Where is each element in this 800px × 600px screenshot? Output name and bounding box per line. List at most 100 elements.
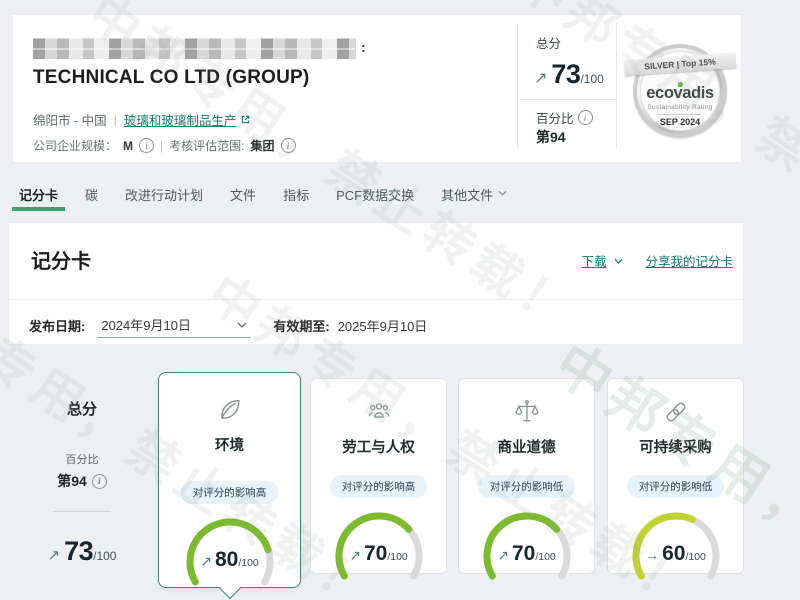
publish-date-select[interactable]: 2024年9月10日 xyxy=(97,313,251,338)
summary-score: ↗ 73 /100 xyxy=(30,536,134,567)
impact-badge: 对评分的影响低 xyxy=(627,475,725,498)
valid-until-value: 2025年9月10日 xyxy=(338,316,428,335)
ecovadis-medal-badge: ecovadis Sustainability Rating SEP 2024 … xyxy=(633,44,727,138)
divider xyxy=(659,114,701,115)
people-icon xyxy=(364,397,394,427)
overall-score-label: 总分 xyxy=(536,33,561,52)
leaf-icon xyxy=(215,395,245,425)
tab-0[interactable]: 记分卡 xyxy=(12,185,65,211)
tab-2[interactable]: 改进行动计划 xyxy=(118,185,210,207)
tab-5[interactable]: PCF数据交换 xyxy=(329,185,421,207)
industry-link[interactable]: 玻璃和玻璃制品生产 xyxy=(124,110,252,129)
company-size-value: M xyxy=(123,139,133,153)
summary-score-value: 73 xyxy=(64,536,93,567)
company-size-label: 公司企业规模： xyxy=(33,137,117,154)
chevron-down-icon xyxy=(498,190,507,196)
tab-label: PCF数据交换 xyxy=(336,185,414,204)
score-gauge: ↗70/100 xyxy=(471,508,583,582)
summary-percentile-label: 百分比 xyxy=(30,451,134,467)
separator: | xyxy=(114,113,117,127)
impact-badge: 对评分的影响高 xyxy=(330,475,428,498)
assessment-scope-label: 考核评估范围: xyxy=(169,137,244,154)
summary-percentile-value: 第94 xyxy=(57,471,87,491)
divider xyxy=(616,23,617,148)
company-name: TECHNICAL CO LTD (GROUP) xyxy=(33,67,309,89)
redacted-name-suffix: : xyxy=(361,39,366,55)
category-card-1[interactable]: 劳工与人权对评分的影响高↗70/100 xyxy=(310,378,447,574)
summary-percentile-value-row: 第94 i xyxy=(30,471,134,491)
share-scorecard-link[interactable]: 分享我的记分卡 xyxy=(645,251,733,270)
industry-link-label: 玻璃和玻璃制品生产 xyxy=(124,110,237,129)
percentile-value: 第94 xyxy=(536,127,566,147)
assessment-scope-value: 集团 xyxy=(250,137,274,154)
overall-score-column: 总分 ↗ 73 /100 百分比 i 第94 xyxy=(518,15,616,162)
valid-until-label: 有效期至: xyxy=(273,316,329,335)
company-header-card: : TECHNICAL CO LTD (GROUP) 绵阳市 - 中国 | 玻璃… xyxy=(12,14,742,163)
date-row: 发布日期: 2024年9月10日 有效期至: 2025年9月10日 xyxy=(29,313,427,338)
share-scorecard-label: 分享我的记分卡 xyxy=(645,251,733,270)
score-value: 70 xyxy=(512,542,535,566)
tab-label: 碳 xyxy=(85,185,98,204)
category-title: 环境 xyxy=(215,434,244,455)
trend-icon: ↗ xyxy=(200,553,212,570)
category-score: ↗70/100 xyxy=(471,542,583,566)
trend-up-icon: ↗ xyxy=(534,68,547,88)
redacted-company-name xyxy=(33,38,356,59)
tab-1[interactable]: 碳 xyxy=(78,185,105,207)
percentile-info-icon[interactable]: i xyxy=(578,110,593,125)
trend-icon: → xyxy=(645,547,659,563)
publish-date-label: 发布日期: xyxy=(29,316,85,335)
assessment-scope-info-icon[interactable]: i xyxy=(281,138,296,153)
external-link-icon xyxy=(240,114,251,125)
divider xyxy=(9,299,743,300)
scorecard-title: 记分卡 xyxy=(31,245,91,274)
scales-icon xyxy=(512,397,542,427)
scorecard-actions: 下载 分享我的记分卡 xyxy=(581,251,733,270)
category-card-0[interactable]: 环境对评分的影响高 ↗80/100 xyxy=(158,372,301,588)
score-value: 80 xyxy=(215,548,238,572)
score-denominator: /100 xyxy=(535,551,555,563)
impact-badge: 对评分的影响高 xyxy=(181,481,279,504)
overall-score-value: 73 xyxy=(551,59,580,90)
trend-icon: ↗ xyxy=(497,547,509,564)
tab-label: 指标 xyxy=(283,185,309,204)
chevron-down-icon xyxy=(614,258,623,264)
tab-label: 记分卡 xyxy=(19,185,58,204)
tab-6[interactable]: 其他文件 xyxy=(434,185,514,207)
tab-bar: 记分卡 碳 改进行动计划 文件 指标 PCF数据交换 其他文件 xyxy=(12,185,514,211)
summary-score-denominator: /100 xyxy=(93,549,116,563)
publish-date-value: 2024年9月10日 xyxy=(101,315,191,334)
overall-score-denominator: /100 xyxy=(580,72,603,86)
tab-label: 文件 xyxy=(230,185,256,204)
category-card-3[interactable]: 可持续采购对评分的影响低→60/100 xyxy=(607,378,744,574)
tab-label: 改进行动计划 xyxy=(125,185,203,204)
category-title: 商业道德 xyxy=(498,436,556,457)
percentile-label: 百分比 xyxy=(536,108,574,127)
ecovadis-logo: ecovadis xyxy=(646,84,713,103)
impact-badge: 对评分的影响低 xyxy=(478,475,576,498)
download-button[interactable]: 下载 xyxy=(581,251,623,270)
scorecard-panel: 记分卡 下载 分享我的记分卡 发布日期: 2024年9月10日 有效期至: 20… xyxy=(8,222,744,345)
score-gauge: ↗70/100 xyxy=(323,508,435,582)
company-info-row: 公司企业规模： M i | 考核评估范围: 集团 i xyxy=(33,137,296,154)
category-score: ↗80/100 xyxy=(174,548,286,572)
divider xyxy=(518,99,616,100)
score-gauge: →60/100 xyxy=(620,508,732,582)
tab-3[interactable]: 文件 xyxy=(223,185,263,207)
company-size-info-icon[interactable]: i xyxy=(139,138,154,153)
category-title: 可持续采购 xyxy=(639,436,712,457)
tab-label: 其他文件 xyxy=(441,185,493,204)
category-title: 劳工与人权 xyxy=(342,436,415,457)
chevron-down-icon xyxy=(237,322,247,328)
category-card-2[interactable]: 商业道德对评分的影响低 ↗70/100 xyxy=(458,378,595,574)
summary-percentile-info-icon[interactable]: i xyxy=(92,474,107,489)
divider xyxy=(53,511,111,512)
separator: | xyxy=(160,139,163,153)
score-denominator: /100 xyxy=(238,557,258,569)
tab-4[interactable]: 指标 xyxy=(276,185,316,207)
score-value: 60 xyxy=(662,542,685,566)
summary-title: 总分 xyxy=(30,398,134,419)
medal-subtitle: Sustainability Rating xyxy=(647,104,712,111)
download-label: 下载 xyxy=(581,251,606,270)
percentile-label-row: 百分比 i xyxy=(536,108,593,127)
